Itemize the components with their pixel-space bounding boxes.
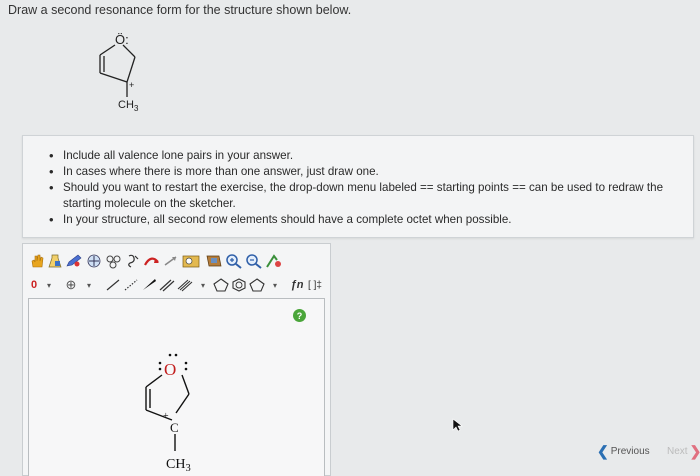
dashed-bond-icon[interactable] bbox=[123, 276, 139, 294]
zoom-in-icon[interactable] bbox=[225, 252, 243, 270]
oxygen-label: Ö: bbox=[115, 32, 129, 47]
molecule-sketcher: 0 ▾ ⊕ ▾ ▾ ▾ ƒn [ ]‡ O + C CH3 ? bbox=[22, 243, 331, 476]
sketch-charge-label: + bbox=[163, 411, 169, 422]
bracket-tool-icon[interactable]: [ ]‡ bbox=[307, 276, 323, 294]
instruction-item: In cases where there is more than one an… bbox=[49, 164, 683, 180]
eraser-icon[interactable] bbox=[205, 252, 223, 270]
hand-icon[interactable] bbox=[29, 252, 45, 270]
previous-button[interactable]: ❮ Previous bbox=[597, 443, 650, 459]
double-bond-icon[interactable] bbox=[159, 276, 175, 294]
pentagon-icon[interactable] bbox=[249, 276, 265, 294]
add-atom-icon[interactable]: ⊕ bbox=[63, 276, 79, 294]
zoom-out-icon[interactable] bbox=[245, 252, 263, 270]
charge-value[interactable]: 0 bbox=[29, 276, 39, 294]
next-button[interactable]: Next ❯ bbox=[667, 444, 700, 458]
drawing-canvas[interactable]: O + C CH3 bbox=[28, 298, 325, 476]
arrow-tool-icon[interactable] bbox=[143, 252, 161, 270]
flask-icon[interactable] bbox=[47, 252, 63, 270]
chevron-down-icon[interactable]: ▾ bbox=[81, 276, 97, 294]
methyl-label: CH3 bbox=[118, 99, 139, 113]
question-text: Draw a second resonance form for the str… bbox=[8, 3, 352, 17]
chevron-right-icon: ❯ bbox=[690, 444, 700, 458]
charge-label: + bbox=[129, 80, 134, 90]
instruction-item: Should you want to restart the exercise,… bbox=[49, 180, 683, 212]
previous-label: Previous bbox=[610, 445, 650, 457]
wedge-bond-icon[interactable] bbox=[141, 276, 157, 294]
chevron-down-icon[interactable]: ▾ bbox=[195, 276, 211, 294]
chain-icon[interactable] bbox=[125, 252, 141, 270]
sketch-carbon-label: C bbox=[170, 420, 179, 435]
molecule-template-icon[interactable] bbox=[105, 252, 123, 270]
triple-bond-icon[interactable] bbox=[177, 276, 193, 294]
chevron-down-icon[interactable]: ▾ bbox=[41, 276, 57, 294]
clear-icon[interactable] bbox=[181, 252, 203, 270]
cyclopentane-icon[interactable] bbox=[213, 276, 229, 294]
instruction-item: In your structure, all second row elemen… bbox=[49, 212, 683, 228]
mouse-cursor-icon bbox=[452, 418, 463, 432]
chevron-left-icon: ❮ bbox=[597, 443, 609, 459]
chevron-down-icon[interactable]: ▾ bbox=[267, 276, 283, 294]
pencil-icon[interactable] bbox=[65, 252, 83, 270]
given-structure: Ö: + CH3 bbox=[99, 32, 139, 113]
bond-arrow-icon[interactable] bbox=[163, 252, 179, 270]
single-bond-icon[interactable] bbox=[105, 276, 121, 294]
instructions-panel: Include all valence lone pairs in your a… bbox=[22, 135, 694, 238]
sketch-oxygen-label: O bbox=[164, 360, 176, 379]
next-label: Next bbox=[667, 445, 688, 457]
sketched-structure: O + C CH3 bbox=[145, 353, 191, 474]
sketch-methyl-label: CH3 bbox=[166, 457, 191, 474]
ring-select-icon[interactable] bbox=[85, 252, 103, 270]
help-button[interactable]: ? bbox=[293, 309, 306, 322]
clean-structure-icon[interactable] bbox=[265, 252, 283, 270]
benzene-icon[interactable] bbox=[231, 276, 247, 294]
instruction-item: Include all valence lone pairs in your a… bbox=[49, 148, 683, 164]
function-tool-icon[interactable]: ƒn bbox=[289, 276, 305, 294]
